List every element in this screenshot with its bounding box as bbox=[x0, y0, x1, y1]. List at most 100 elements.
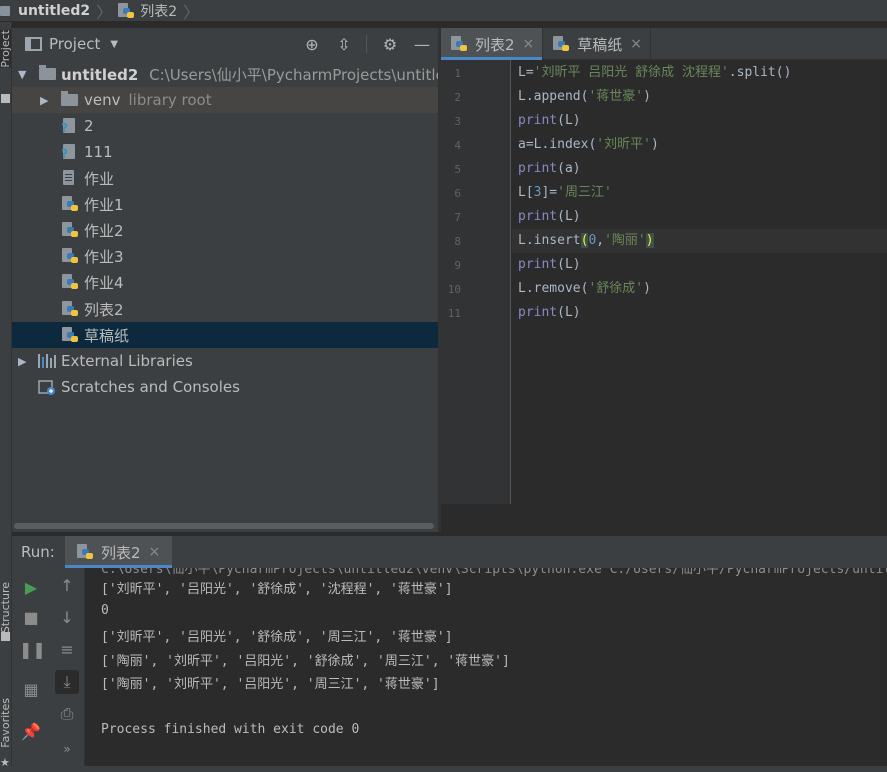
tab-label: 列表2 bbox=[475, 35, 515, 54]
code-editor[interactable]: L='刘昕平 吕阳光 舒徐成 沈程程'.split() L.append('蒋世… bbox=[512, 60, 887, 504]
folder-icon bbox=[39, 65, 56, 80]
scroll-to-end-icon[interactable]: ⤓ bbox=[55, 670, 79, 694]
python-file-icon bbox=[62, 248, 78, 264]
text-file-icon bbox=[63, 170, 74, 185]
code-line[interactable]: print(a) bbox=[518, 157, 581, 181]
tree-folder-venv[interactable]: ▶ venv library root bbox=[12, 87, 438, 113]
file-name: 作业4 bbox=[84, 273, 124, 292]
file-name: 草稿纸 bbox=[84, 326, 130, 345]
tree-external-libraries[interactable]: ▶ External Libraries bbox=[12, 348, 438, 374]
pause-icon[interactable]: ❚❚ bbox=[19, 640, 46, 659]
up-icon[interactable]: ↑ bbox=[55, 576, 79, 595]
tree-file[interactable]: 作业2 bbox=[12, 217, 438, 243]
horizontal-scrollbar[interactable] bbox=[12, 520, 438, 532]
venv-folder-note: library root bbox=[128, 91, 212, 109]
unknown-file-icon bbox=[61, 144, 75, 161]
tree-file-selected[interactable]: 草稿纸 bbox=[12, 322, 438, 348]
code-line[interactable]: L.append('蒋世豪') bbox=[518, 85, 651, 109]
console-line: ['陶丽', '刘昕平', '吕阳光', '舒徐成', '周三江', '蒋世豪'… bbox=[101, 654, 510, 669]
breadcrumb-file[interactable]: 列表2 bbox=[114, 0, 181, 22]
root-folder-name: untitled2 bbox=[61, 65, 139, 84]
breadcrumb-project-label: untitled2 bbox=[18, 2, 91, 19]
pin-icon[interactable]: 📌 bbox=[19, 722, 43, 741]
structure-tool-tab[interactable]: Structure bbox=[0, 582, 11, 633]
run-panel-header: Run: 列表2 × bbox=[12, 536, 887, 568]
tree-file[interactable]: 作业3 bbox=[12, 243, 438, 269]
code-line[interactable]: print(L) bbox=[518, 109, 581, 133]
code-line[interactable]: L[3]='周三江' bbox=[518, 181, 612, 205]
crosshair-icon[interactable]: ⊕ bbox=[302, 35, 322, 54]
code-line[interactable]: print(L) bbox=[518, 301, 581, 325]
collapse-icon[interactable]: ⇳ bbox=[334, 35, 354, 54]
line-number: 3 bbox=[454, 115, 461, 128]
soft-wrap-icon[interactable]: ≡ bbox=[55, 640, 79, 659]
tree-file[interactable]: 列表2 bbox=[12, 296, 438, 322]
chevron-right-icon[interactable]: ▶ bbox=[18, 355, 26, 368]
tree-file[interactable]: 111 bbox=[12, 139, 438, 165]
project-tool-tab[interactable]: Project bbox=[0, 30, 11, 68]
minimize-icon[interactable]: — bbox=[412, 35, 432, 54]
close-icon[interactable]: × bbox=[523, 36, 535, 52]
gear-icon[interactable]: ⚙ bbox=[380, 35, 400, 54]
python-file-icon bbox=[77, 543, 95, 561]
more-icon[interactable]: » bbox=[55, 742, 79, 756]
run-icon[interactable]: ▶ bbox=[19, 578, 43, 597]
line-number: 4 bbox=[454, 139, 461, 152]
down-icon[interactable]: ↓ bbox=[55, 608, 79, 627]
chevron-down-icon[interactable]: ▼ bbox=[18, 68, 26, 81]
chevron-right-icon[interactable]: ▶ bbox=[40, 94, 48, 107]
line-number: 5 bbox=[454, 163, 461, 176]
tab-liebiao2[interactable]: 列表2 × bbox=[441, 28, 544, 60]
line-number: 2 bbox=[454, 91, 461, 104]
tab-caogaozhi[interactable]: 草稿纸 × bbox=[543, 28, 652, 60]
line-number: 1 bbox=[454, 67, 461, 80]
breadcrumb-file-label: 列表2 bbox=[140, 3, 178, 20]
stop-icon[interactable]: ■ bbox=[19, 608, 43, 627]
python-file-icon bbox=[62, 274, 78, 290]
console-line: ['刘昕平', '吕阳光', '舒徐成', '周三江', '蒋世豪'] bbox=[101, 630, 453, 645]
line-number: 10 bbox=[447, 283, 461, 296]
project-view-selector[interactable]: Project bbox=[49, 35, 100, 53]
close-icon[interactable]: × bbox=[630, 36, 642, 52]
layout-icon[interactable]: ▦ bbox=[19, 680, 43, 699]
console-line: ['刘昕平', '吕阳光', '舒徐成', '沈程程', '蒋世豪'] bbox=[101, 582, 453, 597]
project-panel-header: Project ▼ ⊕ ⇳ ⚙ — bbox=[12, 28, 438, 60]
line-number: 7 bbox=[454, 211, 461, 224]
tree-scratches[interactable]: Scratches and Consoles bbox=[12, 374, 438, 400]
code-line[interactable]: a=L.index('刘昕平') bbox=[518, 133, 659, 157]
run-tab-liebiao2[interactable]: 列表2 × bbox=[65, 536, 173, 568]
code-line[interactable]: L.remove('舒徐成') bbox=[518, 277, 651, 301]
python-file-icon bbox=[451, 35, 469, 53]
print-icon[interactable]: ⎙ bbox=[55, 704, 79, 724]
tool-window-icon bbox=[1, 94, 10, 103]
left-tool-strip: Project Structure Favorites ★ bbox=[0, 22, 12, 772]
editor-tab-bar: 列表2 × 草稿纸 × bbox=[441, 28, 887, 60]
folder-icon bbox=[0, 5, 10, 16]
file-name: 作业3 bbox=[84, 247, 124, 266]
tree-file[interactable]: 作业 bbox=[12, 165, 438, 191]
chevron-down-icon[interactable]: ▼ bbox=[110, 39, 118, 50]
line-number-gutter: 1 2 3 4 5 6 7 8 9 10 11 bbox=[441, 60, 511, 504]
code-line-current[interactable]: L.insert(0,'陶丽') bbox=[512, 229, 887, 253]
tree-file[interactable]: 作业4 bbox=[12, 269, 438, 295]
breadcrumb-project[interactable]: untitled2 bbox=[0, 0, 94, 22]
run-console[interactable]: C:\Users\仙小平\PycharmProjects\untitled2\v… bbox=[86, 568, 887, 772]
scrollbar-thumb[interactable] bbox=[14, 523, 434, 529]
code-line[interactable]: L='刘昕平 吕阳光 舒徐成 沈程程'.split() bbox=[518, 61, 791, 85]
toolbar-separator bbox=[366, 35, 368, 53]
tree-file[interactable]: 2 bbox=[12, 113, 438, 139]
line-number: 6 bbox=[454, 187, 461, 200]
code-line[interactable]: print(L) bbox=[518, 253, 581, 277]
file-name: 列表2 bbox=[84, 300, 124, 319]
python-file-icon bbox=[62, 222, 78, 238]
tree-root-untitled2[interactable]: ▼ untitled2 C:\Users\仙小平\PycharmProjects… bbox=[12, 61, 438, 87]
console-line: C:\Users\仙小平\PycharmProjects\untitled2\v… bbox=[101, 568, 887, 577]
scratches-label: Scratches and Consoles bbox=[61, 378, 240, 396]
code-line[interactable]: print(L) bbox=[518, 205, 581, 229]
console-line: Process finished with exit code 0 bbox=[101, 722, 360, 737]
close-icon[interactable]: × bbox=[149, 544, 161, 560]
scratches-icon bbox=[38, 380, 56, 396]
tree-file[interactable]: 作业1 bbox=[12, 191, 438, 217]
favorites-tool-tab[interactable]: Favorites bbox=[0, 698, 11, 748]
tab-label: 草稿纸 bbox=[577, 35, 623, 54]
